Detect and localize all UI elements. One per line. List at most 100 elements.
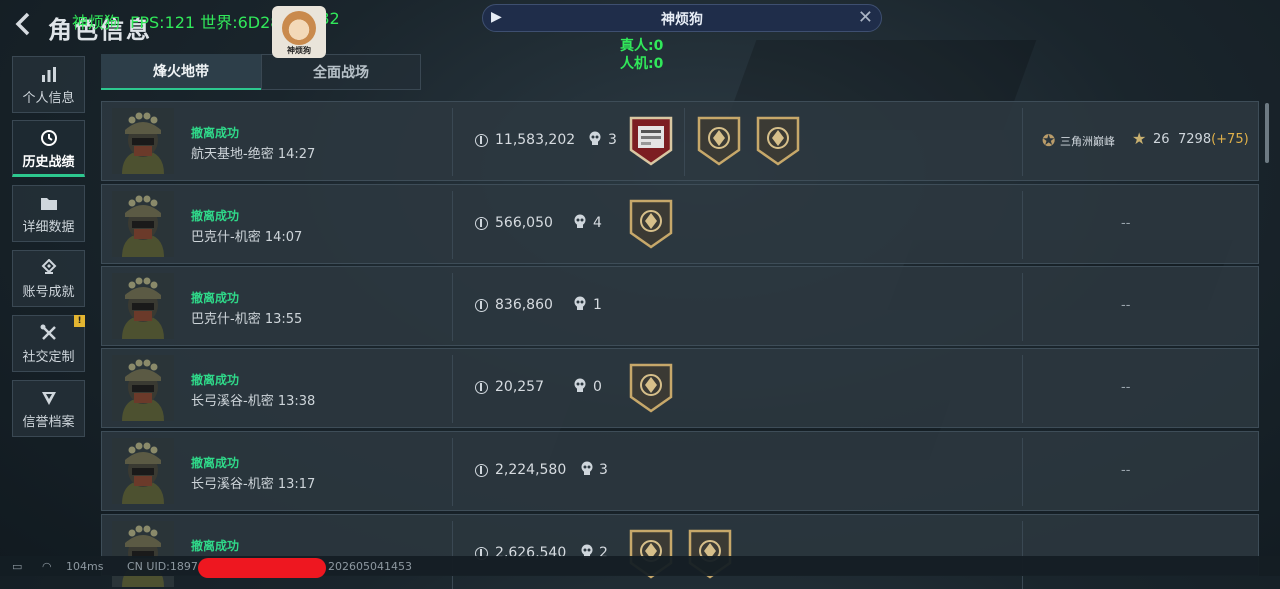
real-player-count: 真人:0 xyxy=(620,38,664,54)
rank-points-delta: (+75) xyxy=(1211,132,1249,147)
value-icon xyxy=(475,217,488,230)
match-record-row[interactable]: 撤离成功 巴克什-机密 13:55 836,860 1 -- xyxy=(101,266,1259,346)
back-arrow-icon[interactable] xyxy=(12,10,38,40)
battery-icon: ▭ xyxy=(12,560,23,573)
extraction-status: 撤离成功 xyxy=(191,539,240,553)
sidebar-item-history[interactable]: 历史战绩 xyxy=(12,120,85,177)
wifi-icon: ◠ xyxy=(42,560,52,573)
bar-chart-icon xyxy=(13,65,84,87)
kill-count: 3 xyxy=(608,132,617,148)
uid-suffix: 202605041453 xyxy=(328,560,412,573)
extraction-status: 撤离成功 xyxy=(191,209,240,223)
loot-value: 20,257 xyxy=(495,379,544,395)
medal-icon[interactable] xyxy=(628,363,674,413)
spectate-player-bar[interactable]: ▶ 神烦狗 ✕ xyxy=(482,4,882,32)
redaction-mark xyxy=(198,558,326,578)
folder-icon xyxy=(13,194,84,216)
skull-icon xyxy=(574,378,586,392)
ping: 104ms xyxy=(66,560,104,573)
rank-placeholder: -- xyxy=(1121,298,1131,313)
loot-value: 2,224,580 xyxy=(495,462,567,478)
extraction-status: 撤离成功 xyxy=(191,456,240,470)
achievement-icon xyxy=(13,258,84,281)
skull-icon xyxy=(574,214,586,228)
loot-value: 566,050 xyxy=(495,215,553,231)
close-icon[interactable]: ✕ xyxy=(858,7,873,28)
rank-name: 三角洲巅峰 xyxy=(1060,135,1115,148)
tools-icon xyxy=(13,324,84,346)
rank-placeholder: -- xyxy=(1121,380,1131,395)
loot-value: 11,583,202 xyxy=(495,132,576,148)
rank-placeholder: -- xyxy=(1121,216,1131,231)
skull-icon xyxy=(574,296,586,310)
bot-count: 人机:0 xyxy=(620,56,664,72)
operator-avatar xyxy=(112,355,174,421)
spectate-player-name: 神烦狗 xyxy=(661,12,703,28)
skull-icon xyxy=(581,461,593,475)
match-record-row[interactable]: 撤离成功 长弓溪谷-机密 13:38 20,257 0 -- xyxy=(101,348,1259,428)
map-and-time: 巴克什-机密 13:55 xyxy=(191,312,303,327)
map-and-time: 长弓溪谷-机密 13:17 xyxy=(191,477,316,492)
divider xyxy=(452,191,453,259)
rank-level: 26 xyxy=(1153,132,1170,147)
extraction-status: 撤离成功 xyxy=(191,126,240,140)
kill-count: 4 xyxy=(593,215,602,231)
item-badge-icon[interactable] xyxy=(628,116,674,166)
medal-icon[interactable] xyxy=(755,116,801,166)
streamer-avatar: 神烦狗 xyxy=(272,6,326,58)
tab-full-battlefield[interactable]: 全面战场 xyxy=(261,54,421,90)
value-icon xyxy=(475,134,488,147)
match-record-row[interactable]: 撤离成功 巴克什-机密 14:07 566,050 4 -- xyxy=(101,184,1259,264)
rank-emblem-icon: ✪ xyxy=(1042,131,1056,150)
map-and-time: 巴克什-机密 14:07 xyxy=(191,230,303,245)
medal-icon[interactable] xyxy=(628,199,674,249)
sidebar-item-reputation[interactable]: 信誉档案 xyxy=(12,380,85,437)
sidebar-item-personal-info[interactable]: 个人信息 xyxy=(12,56,85,113)
divider xyxy=(452,355,453,423)
value-icon xyxy=(475,464,488,477)
sidebar-item-social[interactable]: ! 社交定制 xyxy=(12,315,85,372)
sidebar-item-achievements[interactable]: 账号成就 xyxy=(12,250,85,307)
scrollbar[interactable] xyxy=(1265,103,1269,163)
extraction-status: 撤离成功 xyxy=(191,291,240,305)
divider xyxy=(1022,108,1023,176)
divider xyxy=(1022,521,1023,589)
divider xyxy=(452,438,453,506)
divider xyxy=(452,273,453,341)
operator-avatar xyxy=(112,521,174,587)
kill-count: 3 xyxy=(599,462,608,478)
operator-avatar xyxy=(112,438,174,504)
status-bar: ▭ ◠ 104ms CN UID:1897 202605041453 xyxy=(0,556,1280,576)
shield-icon xyxy=(13,389,84,411)
kill-count: 0 xyxy=(593,379,602,395)
uid-prefix: CN UID:1897 xyxy=(127,560,198,573)
divider xyxy=(1022,438,1023,506)
divider xyxy=(452,521,453,589)
match-record-row[interactable]: 撤离成功 航天基地-绝密 14:27 11,583,202 3 ✪ 三角洲巅峰 … xyxy=(101,101,1259,181)
value-icon xyxy=(475,381,488,394)
divider xyxy=(1022,191,1023,259)
map-and-time: 长弓溪谷-机密 13:38 xyxy=(191,394,316,409)
medal-icon[interactable] xyxy=(696,116,742,166)
operator-avatar xyxy=(112,108,174,174)
divider xyxy=(1022,355,1023,423)
skull-icon xyxy=(589,131,601,145)
divider xyxy=(1022,273,1023,341)
sidebar-item-detailed-data[interactable]: 详细数据 xyxy=(12,185,85,242)
star-icon: ★ xyxy=(1132,129,1147,148)
tab-warzone[interactable]: 烽火地带 xyxy=(101,54,261,90)
kill-count: 1 xyxy=(593,297,602,313)
value-icon xyxy=(475,299,488,312)
dog-avatar-icon xyxy=(282,11,316,45)
map-and-time: 航天基地-绝密 14:27 xyxy=(191,147,316,162)
operator-avatar xyxy=(112,273,174,339)
loot-value: 836,860 xyxy=(495,297,553,313)
divider xyxy=(452,108,453,176)
operator-avatar xyxy=(112,191,174,257)
rank-points: 7298(+75) xyxy=(1178,132,1249,147)
extraction-status: 撤离成功 xyxy=(191,373,240,387)
match-record-row[interactable]: 撤离成功 长弓溪谷-机密 13:17 2,224,580 3 -- xyxy=(101,431,1259,511)
clock-icon xyxy=(13,129,84,151)
fps-overlay: 神烦狗 FPS:121 世界:6D280 82 xyxy=(72,9,340,32)
divider xyxy=(684,108,685,176)
